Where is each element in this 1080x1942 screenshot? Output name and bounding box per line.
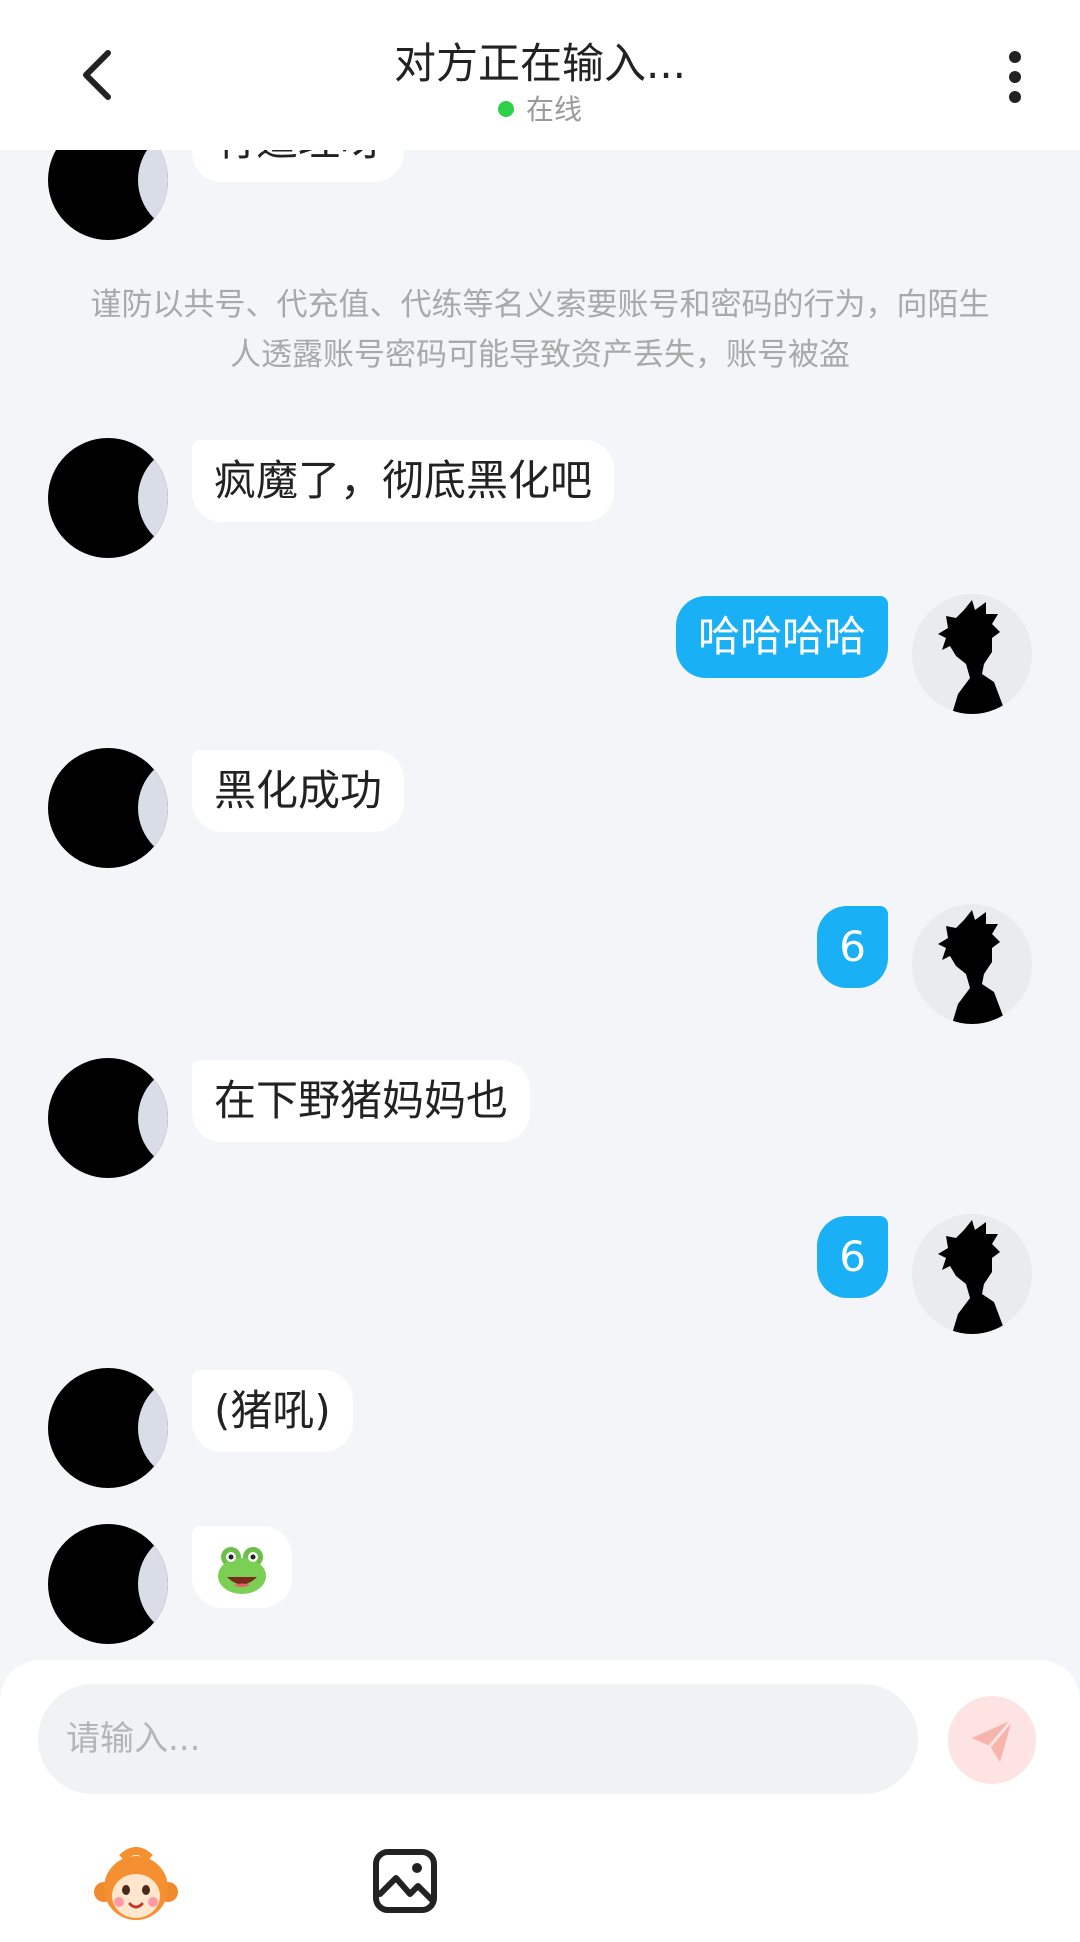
image-icon — [373, 1849, 437, 1913]
emoji-button[interactable] — [92, 1846, 180, 1926]
silhouette-avatar-icon — [938, 1220, 1006, 1334]
contact-avatar[interactable] — [48, 1058, 168, 1178]
online-dot-icon — [497, 101, 514, 117]
chat-title: 对方正在输入... — [393, 39, 687, 88]
message-bubble-received[interactable]: 黑化成功 — [192, 750, 405, 832]
monkey-emoji-icon — [94, 1847, 178, 1920]
frog-emoji-icon — [218, 1546, 266, 1594]
message-bubble-partial[interactable]: 有道理呀 — [192, 150, 405, 182]
message-row-1: 疯魔了，彻底黑化吧 — [0, 438, 1080, 558]
message-input[interactable] — [38, 1684, 918, 1794]
online-status-label: 在线 — [525, 93, 582, 126]
contact-avatar[interactable] — [48, 150, 168, 240]
contact-avatar[interactable] — [48, 748, 168, 868]
contact-avatar[interactable] — [48, 438, 168, 558]
input-panel — [0, 1660, 1080, 1942]
message-bubble-sent[interactable]: 6 — [817, 1216, 888, 1298]
message-bubble-received[interactable]: (猪吼) — [192, 1370, 353, 1452]
frog-emoji-message[interactable] — [192, 1526, 292, 1608]
image-picker-button[interactable] — [372, 1848, 438, 1914]
message-row-partial: 有道理呀 — [0, 150, 1080, 240]
message-row-4: 6 — [0, 904, 1080, 1024]
send-button[interactable] — [948, 1696, 1036, 1784]
message-list[interactable]: 有道理呀 谨防以共号、代充值、代练等名义索要账号和密码的行为，向陌生人透露账号密… — [0, 150, 1080, 1660]
security-notice: 谨防以共号、代充值、代练等名义索要账号和密码的行为，向陌生人透露账号密码可能导致… — [90, 287, 990, 373]
my-avatar[interactable] — [912, 594, 1032, 714]
my-avatar[interactable] — [912, 904, 1032, 1024]
chat-header: 对方正在输入... 在线 — [0, 0, 1080, 150]
message-bubble-received[interactable]: 疯魔了，彻底黑化吧 — [192, 440, 615, 522]
message-bubble-sent[interactable]: 哈哈哈哈 — [675, 596, 888, 678]
contact-avatar[interactable] — [48, 1368, 168, 1488]
paper-plane-icon — [972, 1719, 1014, 1762]
message-row-8 — [0, 1524, 1080, 1644]
message-row-5: 在下野猪妈妈也 — [0, 1058, 1080, 1178]
message-bubble-sent[interactable]: 6 — [817, 906, 888, 988]
silhouette-avatar-icon — [938, 600, 1006, 714]
more-options-button[interactable] — [995, 45, 1035, 115]
silhouette-avatar-icon — [938, 910, 1006, 1024]
contact-avatar[interactable] — [48, 1524, 168, 1644]
message-bubble-received[interactable]: 在下野猪妈妈也 — [192, 1060, 531, 1142]
more-vertical-icon — [995, 51, 1035, 103]
my-avatar[interactable] — [912, 1214, 1032, 1334]
message-row-3: 黑化成功 — [0, 748, 1080, 868]
message-row-6: 6 — [0, 1214, 1080, 1334]
message-row-2: 哈哈哈哈 — [0, 594, 1080, 714]
message-row-7: (猪吼) — [0, 1368, 1080, 1488]
online-status: 在线 — [0, 88, 1080, 128]
